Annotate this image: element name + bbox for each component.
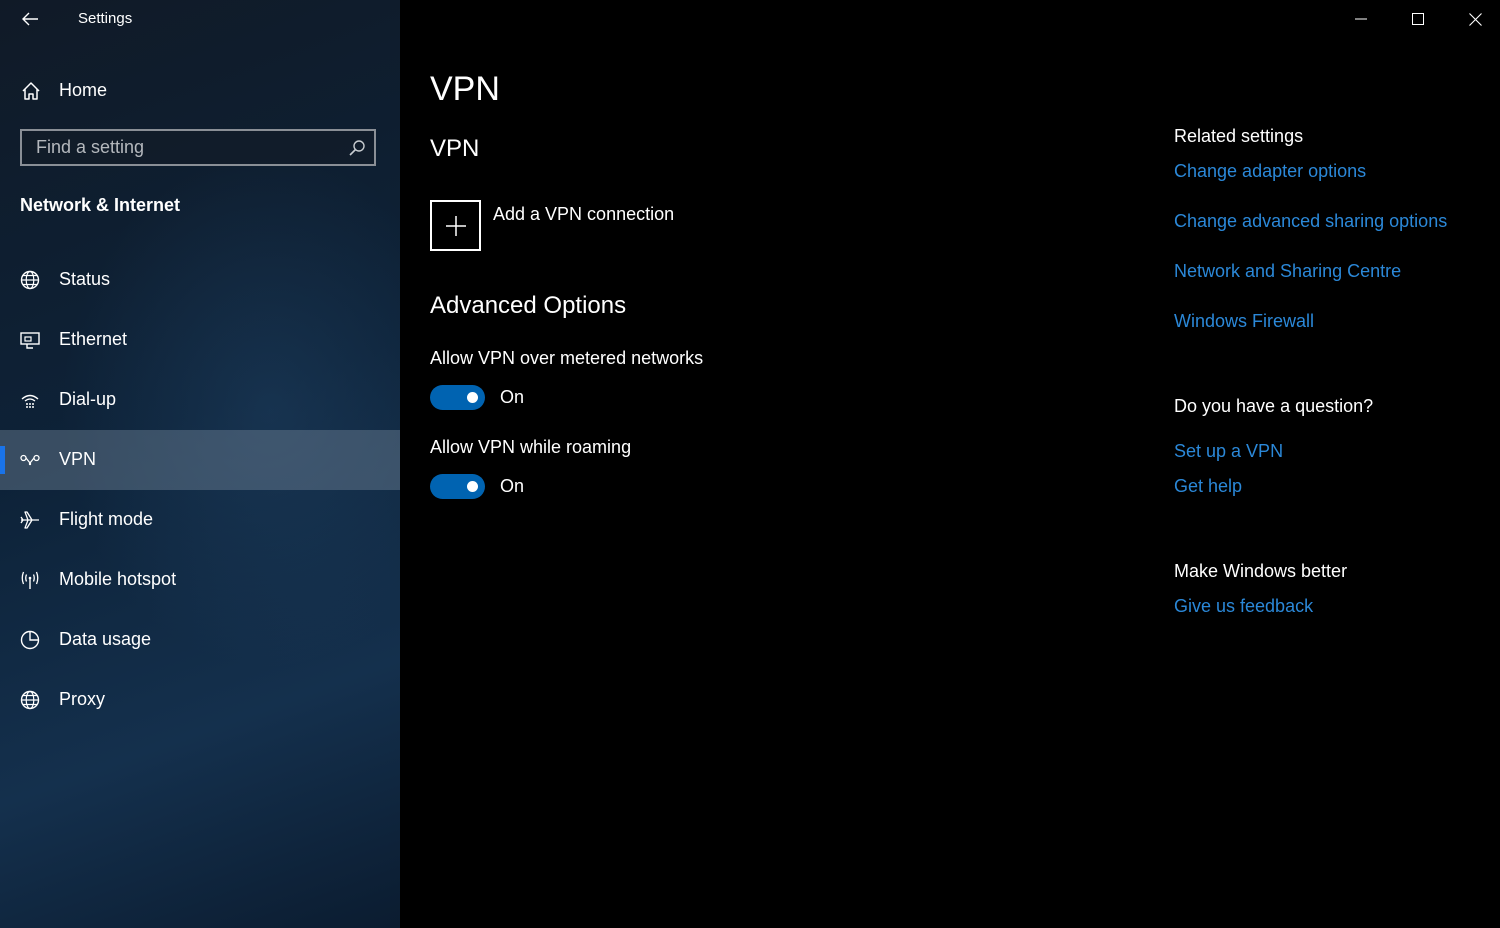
dialup-icon xyxy=(21,394,39,408)
roaming-label: Allow VPN while roaming xyxy=(430,437,632,457)
minimize-button[interactable] xyxy=(1332,0,1390,38)
airplane-icon xyxy=(20,511,39,529)
roaming-toggle[interactable] xyxy=(430,474,485,499)
sidebar-item-label: Ethernet xyxy=(59,329,128,349)
metered-networks-toggle[interactable] xyxy=(430,385,485,410)
vpn-icon xyxy=(20,454,40,466)
make-windows-better-title: Make Windows better xyxy=(1174,561,1348,581)
sidebar-item-data-usage[interactable]: Data usage xyxy=(0,610,400,670)
close-button[interactable] xyxy=(1446,0,1500,38)
ethernet-icon xyxy=(20,332,40,349)
pie-chart-icon xyxy=(20,630,40,650)
toggle-knob xyxy=(467,481,478,492)
app-title: Settings xyxy=(78,10,133,27)
windows-firewall-link[interactable]: Windows Firewall xyxy=(1174,311,1314,332)
section-title-vpn: VPN xyxy=(430,135,480,162)
maximize-button[interactable] xyxy=(1389,0,1447,38)
home-label: Home xyxy=(59,80,108,100)
minimize-icon xyxy=(1355,18,1367,20)
sidebar-nav: Status Ethernet Dial-up VPN Flight mode … xyxy=(0,250,400,730)
set-up-vpn-link[interactable]: Set up a VPN xyxy=(1174,441,1283,462)
sidebar-item-mobile-hotspot[interactable]: Mobile hotspot xyxy=(0,550,400,610)
sidebar-item-label: Proxy xyxy=(59,689,106,709)
sidebar-item-proxy[interactable]: Proxy xyxy=(0,670,400,730)
add-vpn-label: Add a VPN connection xyxy=(493,204,675,224)
toggle-knob xyxy=(467,392,478,403)
related-settings-title: Related settings xyxy=(1174,126,1304,146)
sidebar-home[interactable]: Home xyxy=(0,70,400,112)
sidebar-item-ethernet[interactable]: Ethernet xyxy=(0,310,400,370)
page-title: VPN xyxy=(430,70,500,108)
globe-status-icon xyxy=(20,270,40,290)
metered-networks-label: Allow VPN over metered networks xyxy=(430,348,704,368)
sidebar-item-label: Data usage xyxy=(59,629,152,649)
close-icon xyxy=(1468,12,1482,26)
sidebar-item-flight-mode[interactable]: Flight mode xyxy=(0,490,400,550)
get-help-link[interactable]: Get help xyxy=(1174,476,1242,497)
change-adapter-options-link[interactable]: Change adapter options xyxy=(1174,161,1366,182)
globe-icon xyxy=(20,690,40,710)
sidebar-section-title: Network & Internet xyxy=(20,195,181,215)
add-vpn-connection-button[interactable]: Add a VPN connection xyxy=(430,200,750,252)
sidebar: Settings Home Network & Internet Status xyxy=(0,0,400,928)
metered-networks-state: On xyxy=(500,387,525,407)
search-input[interactable] xyxy=(22,131,370,164)
sidebar-item-label: Mobile hotspot xyxy=(59,569,177,589)
sidebar-item-label: VPN xyxy=(59,449,97,469)
question-title: Do you have a question? xyxy=(1174,396,1374,416)
sidebar-item-label: Dial-up xyxy=(59,389,117,409)
give-feedback-link[interactable]: Give us feedback xyxy=(1174,596,1313,617)
sidebar-item-vpn[interactable]: VPN xyxy=(0,430,400,490)
back-arrow-icon xyxy=(22,12,38,26)
back-button[interactable] xyxy=(14,4,46,34)
sidebar-item-dial-up[interactable]: Dial-up xyxy=(0,370,400,430)
search-box[interactable] xyxy=(20,129,376,166)
home-icon xyxy=(22,82,40,100)
advanced-options-title: Advanced Options xyxy=(430,292,627,319)
maximize-icon xyxy=(1412,13,1424,25)
change-advanced-sharing-link[interactable]: Change advanced sharing options xyxy=(1174,211,1447,232)
selected-indicator xyxy=(0,446,5,474)
search-icon[interactable] xyxy=(348,139,366,157)
network-sharing-centre-link[interactable]: Network and Sharing Centre xyxy=(1174,261,1401,282)
roaming-state: On xyxy=(500,476,525,496)
sidebar-item-label: Flight mode xyxy=(59,509,154,529)
sidebar-item-status[interactable]: Status xyxy=(0,250,400,310)
sidebar-item-label: Status xyxy=(59,269,111,289)
hotspot-icon xyxy=(21,571,39,589)
plus-icon xyxy=(445,215,466,236)
add-box xyxy=(430,200,481,251)
